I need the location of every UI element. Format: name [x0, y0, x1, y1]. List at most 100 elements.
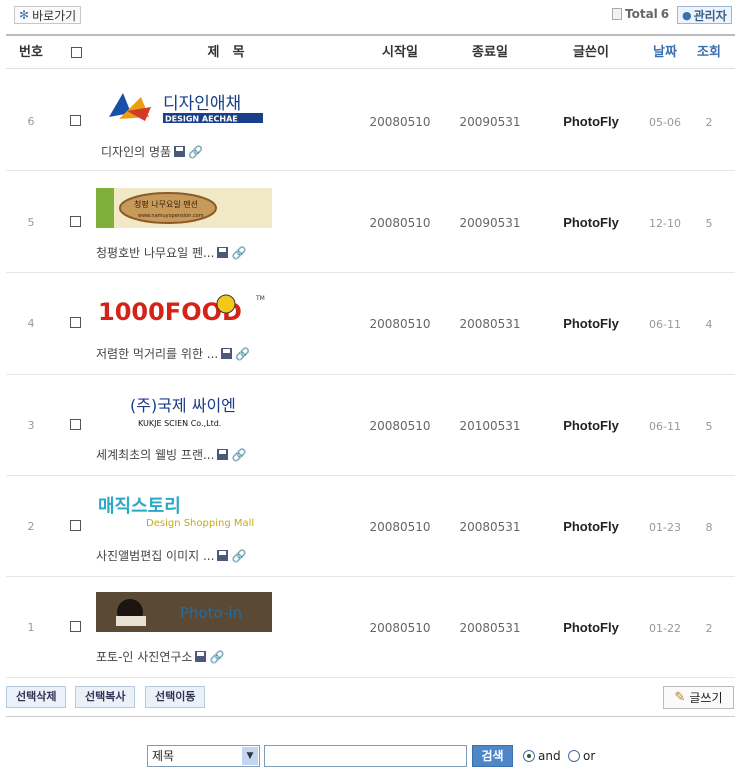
bulb-icon: ● — [682, 8, 692, 22]
row-title[interactable]: 사진앨범편집 이미지 ... 🔗 — [96, 547, 246, 564]
row-title[interactable]: 세계최초의 웰빙 프랜... 🔗 — [96, 446, 246, 463]
row-end-date: 20090531 — [459, 115, 521, 129]
table-row: 1 Photo-in 포토-인 사진연구소 🔗 20080510 2008053… — [6, 577, 735, 678]
row-writer[interactable]: PhotoFly — [546, 519, 636, 534]
write-button[interactable]: ✎ 글쓰기 — [663, 686, 734, 709]
shortcut-button[interactable]: ✻ 바로가기 — [14, 6, 82, 24]
file-icon — [217, 550, 229, 561]
total-count: Total 6 — [612, 7, 669, 21]
row-number: 5 — [27, 216, 35, 229]
row-checkbox[interactable] — [70, 317, 81, 328]
row-start-date: 20080510 — [369, 317, 431, 331]
row-writer[interactable]: PhotoFly — [546, 114, 636, 129]
link-icon: 🔗 — [188, 144, 204, 159]
or-radio[interactable]: or — [568, 749, 595, 763]
row-start-date: 20080510 — [369, 419, 431, 433]
row-title-text: 저렴한 먹거리를 위한 ... — [96, 347, 219, 361]
row-title-text: 사진앨범편집 이미지 ... — [96, 549, 215, 563]
magic-story-logo: 매직스토리 Design Shopping Mall — [96, 490, 272, 530]
asterisk-icon: ✻ — [19, 8, 30, 22]
table-row: 3 (주)국제 싸이엔 KUKJE SCIEN Co.,Ltd. 세계최초의 웰… — [6, 375, 735, 476]
row-title-text: 포토-인 사진연구소 — [96, 650, 193, 664]
column-date[interactable]: 날짜 — [640, 36, 690, 69]
logo-subtext: KUKJE SCIEN Co.,Ltd. — [138, 419, 221, 428]
row-title[interactable]: 포토-인 사진연구소 🔗 — [96, 648, 224, 665]
row-title-text: 세계최초의 웰빙 프랜... — [96, 448, 215, 462]
file-icon — [217, 449, 229, 460]
row-number: 2 — [27, 520, 35, 533]
row-logo[interactable]: (주)국제 싸이엔 KUKJE SCIEN Co.,Ltd. — [126, 389, 256, 429]
row-checkbox[interactable] — [70, 419, 81, 430]
row-views: 2 — [705, 622, 713, 635]
shortcut-label: 바로가기 — [32, 8, 77, 23]
table-row: 2 매직스토리 Design Shopping Mall 사진앨범편집 이미지 … — [6, 476, 735, 577]
and-label: and — [538, 749, 561, 763]
row-number: 4 — [27, 317, 35, 330]
row-writer[interactable]: PhotoFly — [546, 418, 636, 433]
row-date: 12-10 — [649, 217, 681, 230]
logo-text: (주)국제 싸이엔 — [130, 396, 236, 415]
row-logo[interactable]: 청평 나무요일 펜션 www.namuyopension.com — [96, 188, 272, 228]
admin-button[interactable]: ● 관리자 — [677, 6, 732, 24]
row-start-date: 20080510 — [369, 621, 431, 635]
column-writer: 글쓴이 — [573, 45, 609, 60]
table-header: 번호 제 목 시작일 종료일 글쓴이 날짜 조회 — [6, 34, 735, 69]
link-icon: 🔗 — [231, 245, 247, 260]
photo-in-logo: Photo-in — [96, 592, 272, 632]
row-checkbox[interactable] — [70, 216, 81, 227]
row-checkbox[interactable] — [70, 520, 81, 531]
row-writer[interactable]: PhotoFly — [546, 620, 636, 635]
logo-text: 청평 나무요일 펜션 — [134, 199, 198, 209]
select-all-checkbox[interactable] — [70, 47, 82, 58]
row-views: 4 — [705, 318, 713, 331]
or-label: or — [583, 749, 596, 763]
row-checkbox[interactable] — [70, 115, 81, 126]
row-date: 05-06 — [649, 116, 681, 129]
row-date: 06-11 — [649, 420, 681, 433]
column-views[interactable]: 조회 — [686, 36, 732, 69]
radio-and-dot[interactable] — [523, 750, 535, 762]
search-button[interactable]: 검색 — [472, 745, 513, 767]
row-writer[interactable]: PhotoFly — [546, 316, 636, 331]
kukje-logo: (주)국제 싸이엔 KUKJE SCIEN Co.,Ltd. — [126, 389, 256, 429]
file-icon — [221, 348, 233, 359]
search-input[interactable] — [264, 745, 467, 767]
logo-tm: TM — [255, 295, 265, 302]
row-end-date: 20080531 — [459, 317, 521, 331]
link-icon: 🔗 — [231, 548, 247, 563]
row-title[interactable]: 디자인의 명품 🔗 — [101, 143, 203, 160]
delete-selected-button[interactable]: 선택삭제 — [6, 686, 67, 708]
pencil-icon: ✎ — [674, 690, 686, 705]
row-title[interactable]: 청평호반 나무요일 펜... 🔗 — [96, 244, 246, 261]
document-icon — [612, 8, 622, 20]
radio-or-dot[interactable] — [568, 750, 580, 762]
row-views: 2 — [705, 116, 713, 129]
row-logo[interactable]: 매직스토리 Design Shopping Mall — [96, 490, 272, 530]
total-label: Total — [625, 7, 658, 21]
row-logo[interactable]: 1000FOOD TM — [96, 288, 272, 328]
logo-text: 디자인애채 — [163, 94, 241, 114]
select-all-cell — [64, 36, 88, 69]
row-writer[interactable]: PhotoFly — [546, 215, 636, 230]
top-toolbar: ✻ 바로가기 Total 6 ● 관리자 — [0, 0, 742, 30]
row-checkbox[interactable] — [70, 621, 81, 632]
row-logo[interactable]: 디자인애채 DESIGN AECHAE — [101, 87, 267, 127]
row-views: 8 — [705, 521, 713, 534]
row-date: 01-23 — [649, 521, 681, 534]
row-end-date: 20080531 — [459, 621, 521, 635]
and-radio[interactable]: and — [523, 749, 561, 763]
link-icon: 🔗 — [209, 649, 225, 664]
column-subject[interactable]: 제 목 — [156, 36, 296, 69]
chevron-down-icon[interactable]: ▼ — [242, 747, 258, 765]
food-logo: 1000FOOD TM — [96, 288, 272, 328]
row-date: 01-22 — [649, 622, 681, 635]
move-selected-button[interactable]: 선택이동 — [145, 686, 206, 708]
row-title-text: 청평호반 나무요일 펜... — [96, 246, 215, 260]
row-end-date: 20100531 — [459, 419, 521, 433]
table-row: 4 1000FOOD TM 저렴한 먹거리를 위한 ... 🔗 20080510… — [6, 274, 735, 375]
row-title[interactable]: 저렴한 먹거리를 위한 ... 🔗 — [96, 345, 250, 362]
copy-selected-button[interactable]: 선택복사 — [75, 686, 136, 708]
row-number: 3 — [27, 419, 35, 432]
search-field-select[interactable]: 제목 ▼ — [147, 745, 260, 767]
row-logo[interactable]: Photo-in — [96, 592, 272, 632]
